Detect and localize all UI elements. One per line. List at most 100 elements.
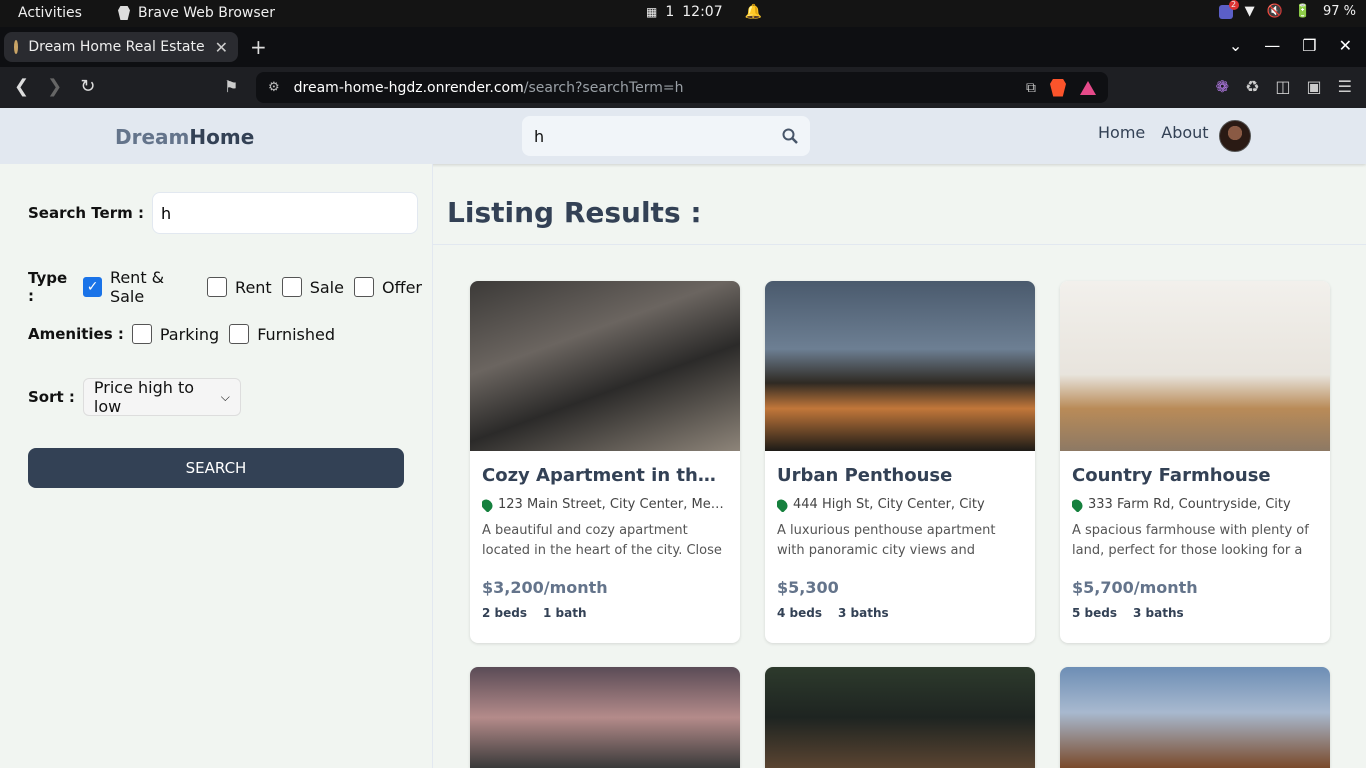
listing-card[interactable]: Country Farmhouse 333 Farm Rd, Countrysi… [1060, 281, 1330, 643]
type-rent-sale-checkbox[interactable]: ✓ Rent & Sale [83, 268, 197, 306]
close-window-button[interactable]: ✕ [1339, 36, 1352, 55]
listing-card-partial[interactable] [765, 667, 1035, 768]
checkbox-box [131, 324, 152, 344]
user-avatar[interactable] [1219, 120, 1251, 152]
listing-price: $5,300 [777, 578, 839, 597]
results-divider [433, 244, 1366, 245]
listing-beds: 4 beds [777, 606, 822, 620]
listing-address-text: 123 Main Street, City Center, Metropolis [498, 497, 728, 512]
logo-part2: Home [189, 125, 255, 149]
extensions-icon[interactable]: ♻ [1245, 77, 1259, 96]
nav-home-link[interactable]: Home [1098, 123, 1145, 142]
volume-muted-icon: 🔇 [1266, 4, 1283, 19]
checkbox-label: Furnished [257, 324, 336, 344]
listing-address-text: 444 High St, City Center, City [793, 497, 985, 512]
listing-baths: 1 bath [543, 606, 587, 620]
search-term-input[interactable] [151, 192, 418, 234]
back-icon[interactable]: ❮ [14, 76, 29, 97]
listing-card[interactable]: Cozy Apartment in the City Center 123 Ma… [470, 281, 740, 643]
wallet-icon[interactable]: ▣ [1307, 77, 1322, 96]
search-icon[interactable] [782, 128, 798, 144]
tab-close-icon[interactable]: ✕ [215, 38, 228, 57]
maximize-button[interactable]: ❐ [1302, 36, 1316, 55]
listing-image[interactable] [470, 281, 740, 451]
listing-image[interactable] [1060, 667, 1330, 768]
listing-meta: 5 beds 3 baths [1072, 606, 1318, 620]
share-icon[interactable]: ⧉ [1026, 80, 1036, 96]
menu-icon[interactable]: ☰ [1338, 77, 1352, 96]
amenity-furnished-checkbox[interactable]: Furnished [229, 324, 335, 344]
listing-meta: 4 beds 3 baths [777, 606, 1023, 620]
amenities-row: Amenities : Parking Furnished [28, 324, 345, 344]
system-top-bar: Activities Brave Web Browser ▦ 1 12:07 🔔… [0, 0, 1366, 27]
type-offer-checkbox[interactable]: Offer [353, 277, 422, 297]
bookmark-icon[interactable]: ⚑ [224, 77, 238, 96]
url-host: dream-home-hgdz.onrender.com [293, 79, 524, 96]
checkbox-label: Rent & Sale [109, 268, 165, 306]
tab-list-chevron-icon[interactable]: ⌄ [1229, 36, 1242, 55]
reload-icon[interactable]: ↻ [80, 76, 95, 97]
notification-count: 2 [1228, 0, 1239, 10]
address-bar[interactable]: ⚙ dream-home-hgdz.onrender.com /search?s… [256, 72, 1108, 103]
brave-rewards-icon[interactable] [1080, 80, 1096, 95]
sidebar-icon[interactable]: ◫ [1275, 77, 1290, 96]
tab-strip: Dream Home Real Estate ✕ + ⌄ — ❐ ✕ [0, 27, 1366, 67]
activities-button[interactable]: Activities [18, 5, 82, 21]
location-pin-icon [1072, 497, 1085, 512]
listing-address: 123 Main Street, City Center, Metropolis [482, 497, 728, 512]
site-info-icon[interactable]: ⚙ [268, 80, 280, 95]
brave-app-icon [118, 6, 130, 20]
listing-price: $3,200/month [482, 578, 608, 597]
checkbox-label: Offer [381, 277, 422, 297]
listing-card-partial[interactable] [470, 667, 740, 768]
nav-about-link[interactable]: About [1161, 123, 1208, 142]
sort-select[interactable]: Price high to low ⌵ [82, 378, 241, 416]
header-search-input[interactable] [534, 126, 782, 146]
search-term-label: Search Term : [28, 204, 144, 222]
listing-baths: 3 baths [1133, 606, 1184, 620]
listing-image[interactable] [765, 281, 1035, 451]
search-button[interactable]: Search [28, 448, 404, 488]
url-path: /search?searchTerm=h [523, 79, 684, 96]
clock[interactable]: ▦ 1 12:07 🔔 [646, 4, 762, 20]
listing-card[interactable]: Urban Penthouse 444 High St, City Center… [765, 281, 1035, 643]
type-rent-checkbox[interactable]: Rent [207, 277, 272, 297]
checkbox-box [207, 277, 228, 297]
checkmark-icon: ✓ [83, 277, 102, 297]
type-sale-checkbox[interactable]: Sale [281, 277, 344, 297]
workspace-number: 1 [665, 4, 675, 20]
sort-row: Sort : Price high to low ⌵ [28, 378, 241, 416]
location-pin-icon [777, 497, 790, 512]
address-bar-actions: ⧉ [1026, 78, 1096, 97]
listing-card-partial[interactable] [1060, 667, 1330, 768]
checkbox-label: Rent [235, 277, 272, 297]
brave-shields-icon[interactable] [1050, 78, 1066, 97]
listing-name: Urban Penthouse [777, 465, 953, 486]
listing-baths: 3 baths [838, 606, 889, 620]
type-row: Type : ✓ Rent & Sale Rent Sale Offer [28, 268, 432, 306]
new-tab-button[interactable]: + [250, 35, 267, 59]
location-pin-icon [482, 497, 495, 512]
listing-beds: 5 beds [1072, 606, 1117, 620]
listing-image[interactable] [765, 667, 1035, 768]
leo-ai-icon[interactable]: ❁ [1216, 77, 1229, 96]
checkbox-box [353, 277, 374, 297]
listing-image[interactable] [470, 667, 740, 768]
results-title: Listing Results : [447, 196, 702, 229]
listing-beds: 2 beds [482, 606, 527, 620]
checkbox-box [281, 277, 302, 297]
minimize-button[interactable]: — [1264, 36, 1280, 55]
battery-percentage: 97 % [1322, 4, 1356, 19]
active-app-menu[interactable]: Brave Web Browser [118, 5, 275, 21]
amenity-parking-checkbox[interactable]: Parking [131, 324, 219, 344]
battery-icon: 🔋 [1294, 4, 1311, 19]
listing-price: $5,700/month [1072, 578, 1198, 597]
listing-image[interactable] [1060, 281, 1330, 451]
nav-buttons: ❮ ❯ ↻ [14, 76, 95, 97]
site-logo[interactable]: DreamHome [115, 125, 254, 149]
browser-tab-active[interactable]: Dream Home Real Estate ✕ [4, 32, 238, 62]
logo-part1: Dream [115, 125, 190, 149]
system-tray[interactable]: 2 ▼ 🔇 🔋 97 % [1218, 0, 1356, 19]
tab-title: Dream Home Real Estate [28, 39, 205, 55]
forward-icon[interactable]: ❯ [47, 76, 62, 97]
